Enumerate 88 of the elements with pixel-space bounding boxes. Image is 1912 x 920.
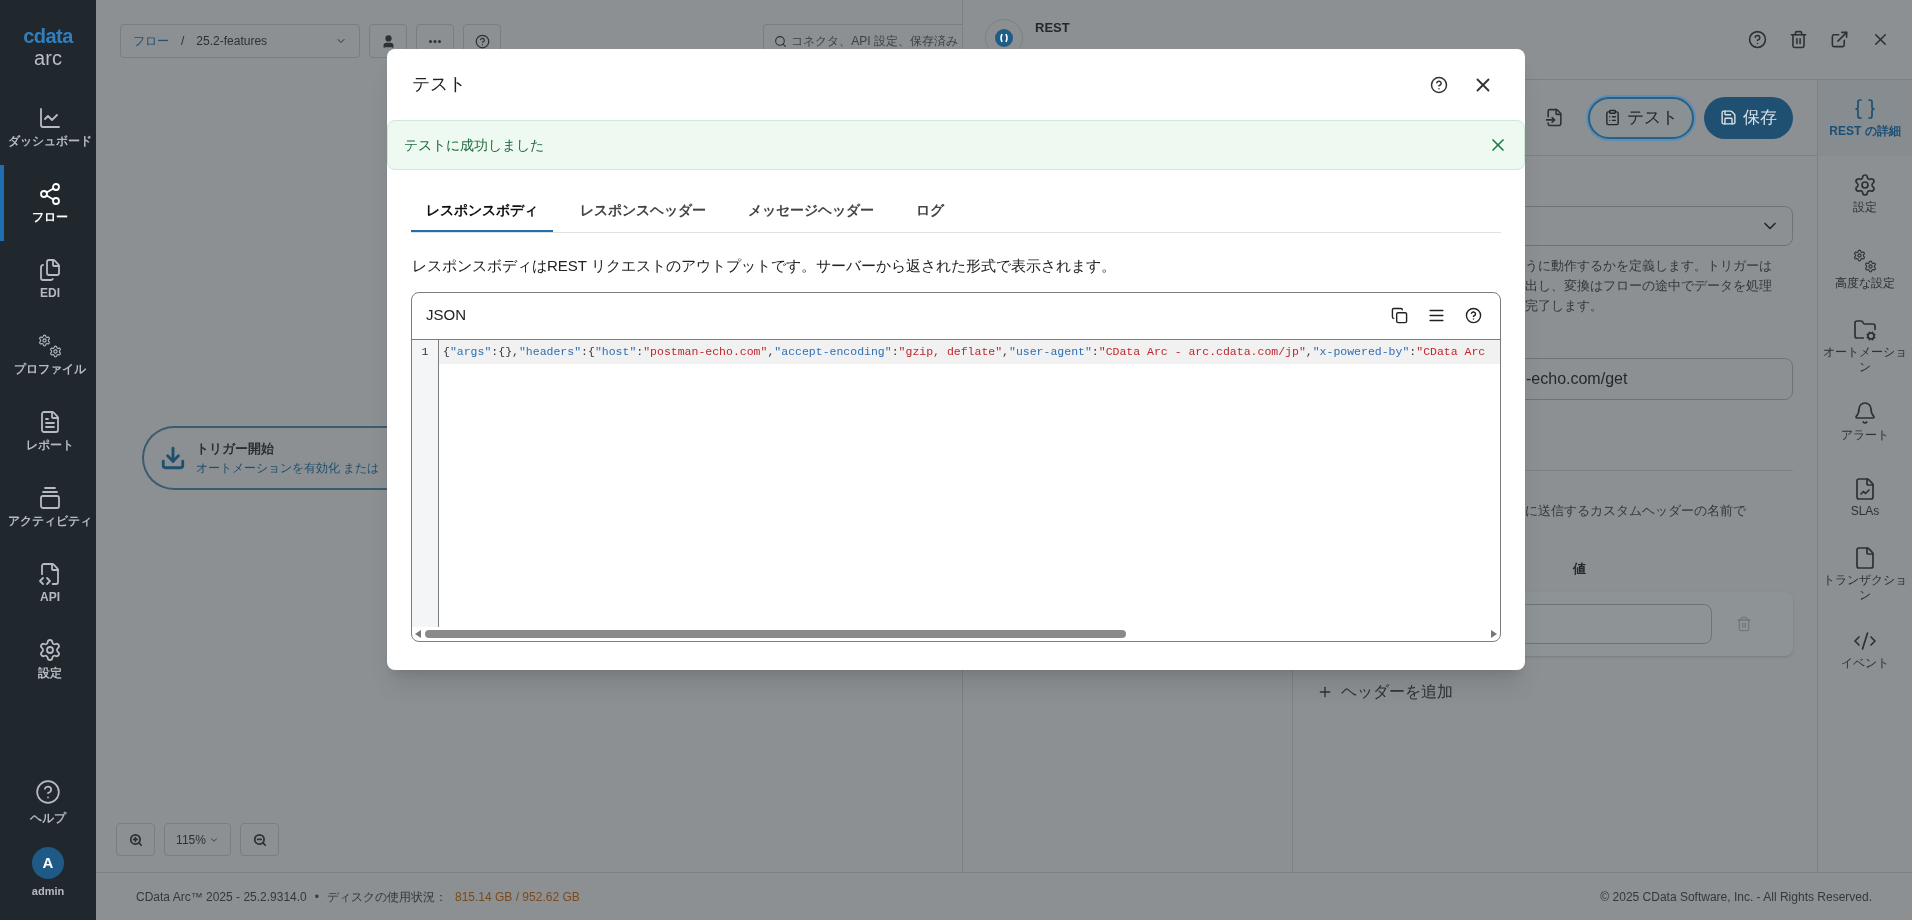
node-subtitle: オートメーションを有効化 または	[196, 459, 380, 477]
breadcrumb-current: 25.2-features	[196, 33, 269, 50]
save-icon	[1720, 109, 1737, 126]
dialog-title: テスト	[412, 73, 467, 96]
breadcrumb-link[interactable]: フロー	[133, 32, 169, 50]
panel-nav-item[interactable]: SLAs	[1817, 460, 1912, 536]
zoom-out-icon	[252, 832, 267, 847]
disk-usage-value: 815.14 GB / 952.62 GB	[455, 888, 580, 906]
panel-nav-item[interactable]: 高度な設定	[1817, 232, 1912, 308]
sidebar-item[interactable]: プロファイル	[0, 317, 96, 393]
sidebar-item[interactable]: API	[0, 545, 96, 621]
bell-icon	[1853, 401, 1877, 425]
zoom-in-icon	[128, 832, 143, 847]
breadcrumb-dropdown[interactable]: フロー / 25.2-features	[120, 24, 360, 58]
save-button[interactable]: 保存	[1704, 96, 1793, 139]
braces-icon	[1853, 97, 1877, 121]
response-description: レスポンスボディはREST リクエストのアウトプットです。サーバーから返された形式で表示されます。	[412, 256, 1117, 276]
zoom-level-dropdown[interactable]: 115%	[164, 823, 231, 856]
headers-description: に送信するカスタムヘッダーの名前で	[1524, 502, 1747, 520]
trash-icon[interactable]	[1789, 30, 1808, 49]
download-icon	[160, 445, 186, 471]
line-chart-icon	[38, 105, 62, 130]
panel-title: REST	[1035, 19, 1070, 37]
sidebar-item[interactable]: EDI	[0, 241, 96, 317]
gears-icon	[38, 333, 62, 358]
help-nav-item[interactable]: ヘルプ	[0, 768, 96, 838]
nodes-icon	[38, 181, 62, 206]
clipboard-icon	[1604, 109, 1621, 126]
tab[interactable]: ログ	[901, 190, 959, 232]
sidebar-item[interactable]: 設定	[0, 621, 96, 697]
tab[interactable]: レスポンスヘッダー	[565, 190, 721, 232]
format-icon[interactable]	[1428, 307, 1445, 324]
breadcrumb-separator: /	[181, 33, 185, 50]
panel-nav-item[interactable]: アラート	[1817, 384, 1912, 460]
plus-icon	[1317, 684, 1333, 700]
gears-icon	[1853, 249, 1877, 273]
file-icon	[1853, 545, 1877, 570]
help-icon[interactable]	[1465, 307, 1482, 324]
product-name: arc	[34, 46, 62, 71]
search-icon	[774, 34, 788, 48]
external-link-icon[interactable]	[1830, 30, 1849, 49]
description-text: 完了します。	[1525, 297, 1604, 315]
node-title: トリガー開始	[196, 440, 275, 459]
document-icon	[38, 409, 62, 434]
stack-icon	[38, 485, 62, 510]
help-icon	[474, 33, 490, 49]
zoom-out-button[interactable]	[240, 823, 279, 856]
alert-message: テストに成功しました	[404, 135, 545, 155]
test-button[interactable]: テスト	[1588, 96, 1694, 139]
sidebar-item[interactable]: アクティビティ	[0, 469, 96, 545]
panel-nav-item[interactable]: 設定	[1817, 156, 1912, 232]
sidebar-item[interactable]: レポート	[0, 393, 96, 469]
code-icon	[1853, 629, 1877, 653]
panel-nav-item[interactable]: イベント	[1817, 612, 1912, 688]
column-header: 値	[1573, 559, 1587, 578]
sidebar-item[interactable]: ダッシュボード	[0, 89, 96, 165]
help-icon[interactable]	[1430, 75, 1448, 94]
description-text: うに動作するかを定義します。トリガーは	[1525, 257, 1773, 275]
panel-nav-item[interactable]: トランザクション	[1817, 536, 1912, 612]
version-text: CData Arc™ 2025 - 25.2.9314.0	[136, 888, 307, 906]
user-menu[interactable]: A admin	[0, 838, 96, 908]
zoom-in-button[interactable]	[116, 823, 155, 856]
tab[interactable]: メッセージヘッダー	[733, 190, 889, 232]
settings-icon	[1853, 173, 1877, 197]
settings-icon	[38, 637, 62, 662]
ellipsis-icon	[429, 39, 441, 43]
chart-file-icon	[1853, 477, 1877, 501]
sidebar-item[interactable]: フロー	[0, 165, 96, 241]
user-icon	[380, 33, 396, 49]
code-file-icon	[38, 561, 62, 586]
import-icon[interactable]	[1545, 108, 1564, 127]
documents-icon	[38, 257, 62, 282]
copy-icon[interactable]	[1391, 307, 1408, 324]
user-name: admin	[31, 883, 65, 899]
panel-nav-item[interactable]: REST の詳細	[1817, 80, 1912, 156]
disk-usage-label: ディスクの使用状況：	[327, 888, 447, 906]
line-number: 1	[420, 343, 430, 360]
description-text: 出し、変換はフローの途中でデータを処理	[1525, 277, 1773, 295]
user-avatar: A	[32, 846, 64, 879]
separator-dot: •	[314, 888, 319, 906]
language-label: JSON	[426, 305, 467, 326]
tab[interactable]: レスポンスボディ	[411, 190, 553, 232]
folder-gear-icon	[1853, 317, 1877, 342]
add-header-button[interactable]: ヘッダーを追加	[1317, 680, 1453, 704]
copyright-text: © 2025 CData Software, Inc. - All Rights Reserved.	[1600, 888, 1872, 906]
panel-nav-item[interactable]: オートメーション	[1817, 308, 1912, 384]
help-icon	[35, 779, 61, 805]
logo-text: cdata	[23, 26, 73, 46]
